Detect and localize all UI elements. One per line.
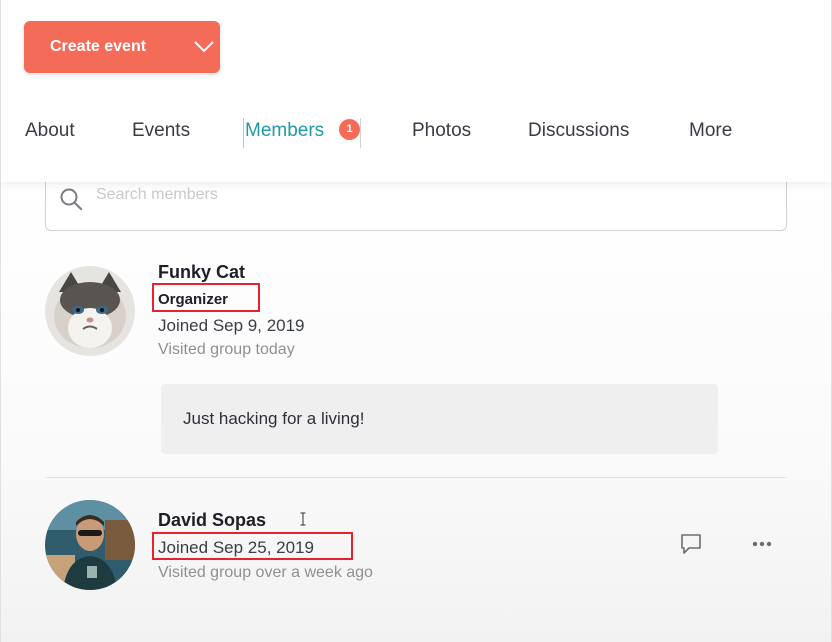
text-cursor-icon bbox=[300, 512, 306, 526]
tab-events[interactable]: Events bbox=[132, 120, 190, 142]
tab-focus-edge bbox=[243, 118, 244, 148]
member-bio-text: Just hacking for a living! bbox=[183, 409, 365, 428]
search-members-field[interactable]: Search members bbox=[45, 182, 787, 231]
member-last-visit: Visited group today bbox=[158, 341, 295, 358]
person-image bbox=[45, 500, 135, 590]
person-sunglasses-avatar[interactable] bbox=[45, 500, 135, 590]
member-divider bbox=[45, 477, 787, 478]
tab-members[interactable]: Members bbox=[245, 120, 324, 142]
group-tabs: About Events Members Photos Discussions … bbox=[1, 112, 832, 154]
member-joined-date: Joined Sep 25, 2019 bbox=[158, 538, 314, 557]
member-joined-date: Joined Sep 9, 2019 bbox=[158, 316, 305, 335]
create-event-button[interactable]: Create event bbox=[24, 21, 220, 73]
group-members-page: Create event About Events Members Photos… bbox=[0, 0, 832, 642]
message-icon[interactable] bbox=[679, 532, 703, 556]
member-name[interactable]: David Sopas bbox=[158, 510, 266, 531]
group-header: Create event About Events Members Photos… bbox=[0, 0, 832, 182]
tab-more[interactable]: More bbox=[689, 120, 732, 142]
member-bio: Just hacking for a living! bbox=[161, 384, 718, 454]
grumpy-cat-avatar[interactable] bbox=[45, 266, 135, 356]
create-event-label: Create event bbox=[50, 38, 147, 55]
tab-photos[interactable]: Photos bbox=[412, 120, 471, 142]
members-count-badge: 1 bbox=[339, 119, 360, 140]
search-icon bbox=[60, 188, 83, 211]
members-content: Search members Funky Cat Organizer Joine bbox=[0, 182, 832, 642]
member-name[interactable]: Funky Cat bbox=[158, 262, 245, 283]
tab-discussions[interactable]: Discussions bbox=[528, 120, 629, 142]
highlight-box bbox=[152, 283, 260, 312]
cat-image bbox=[45, 266, 135, 356]
tab-about[interactable]: About bbox=[25, 120, 75, 142]
member-last-visit: Visited group over a week ago bbox=[158, 564, 373, 581]
more-dots-icon[interactable] bbox=[751, 540, 773, 548]
chevron-down-icon bbox=[194, 41, 214, 53]
search-members-input[interactable]: Search members bbox=[96, 186, 218, 204]
tab-focus-edge bbox=[360, 118, 361, 148]
